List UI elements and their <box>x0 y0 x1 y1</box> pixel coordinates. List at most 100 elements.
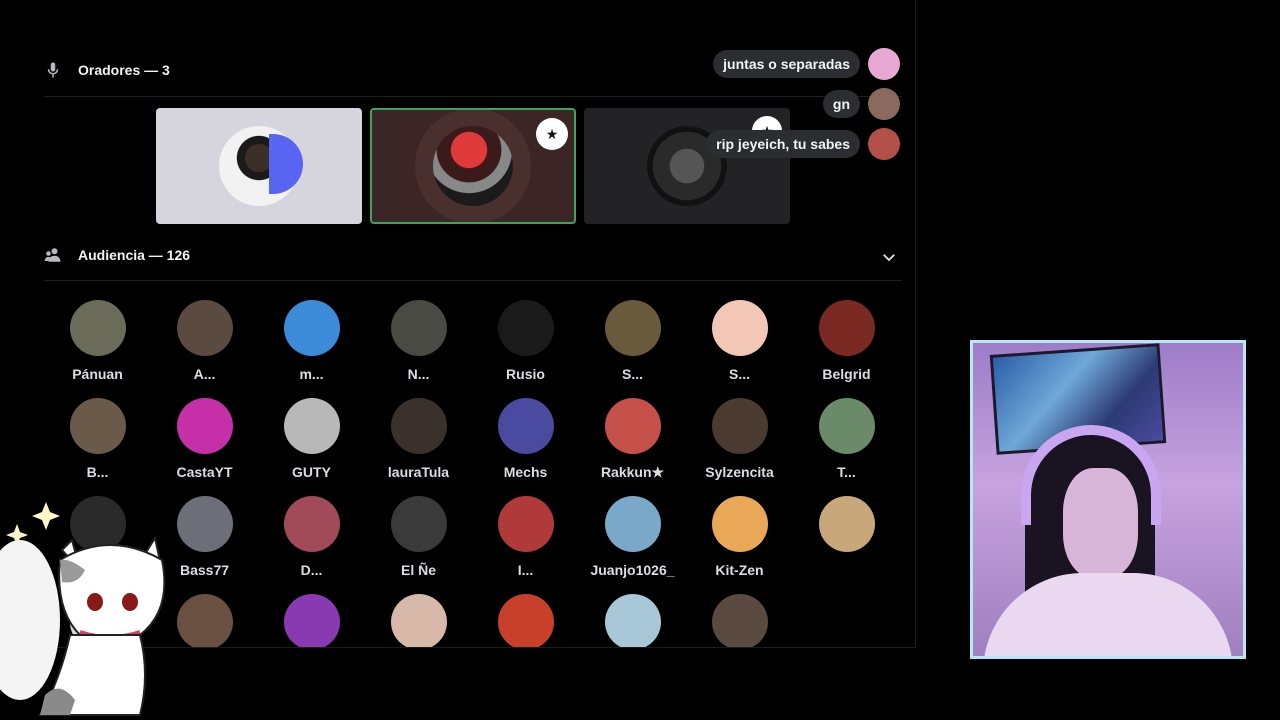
user-name: CastaYT <box>176 464 233 480</box>
audience-member[interactable]: B... <box>44 398 151 480</box>
user-avatar <box>69 300 126 356</box>
user-avatar <box>69 398 126 454</box>
audience-member[interactable]: m... <box>258 300 365 382</box>
speakers-label: Oradores — 3 <box>78 62 170 78</box>
user-name: N... <box>407 366 430 382</box>
audience-member[interactable]: GUTY <box>258 398 365 480</box>
user-avatar <box>390 398 447 454</box>
user-avatar <box>390 300 447 356</box>
audience-member[interactable]: D... <box>258 496 365 578</box>
user-avatar <box>818 398 875 454</box>
user-name: S... <box>728 366 750 382</box>
user-avatar <box>283 594 340 647</box>
audience-member[interactable]: A... <box>151 300 258 382</box>
audience-member[interactable] <box>579 594 686 647</box>
audience-member[interactable] <box>258 594 365 647</box>
chat-message: rip jeyeich, tu sabes <box>706 128 900 160</box>
speaker-tile-active[interactable]: ★ <box>370 108 576 224</box>
speaking-halo <box>415 110 531 222</box>
user-avatar <box>711 594 768 647</box>
moderator-icon: ★ <box>536 118 568 150</box>
user-avatar <box>176 594 233 647</box>
user-avatar <box>497 496 554 552</box>
speakers-header: Oradores — 3 <box>44 61 170 79</box>
user-name: GUTY <box>292 464 331 480</box>
divider <box>44 96 902 97</box>
speaker-tile[interactable]: ★ <box>584 108 790 224</box>
user-avatar <box>818 496 875 552</box>
streamer-body <box>983 573 1233 656</box>
audience-member[interactable]: Kit-Zen <box>686 496 793 578</box>
chat-avatar <box>868 128 900 160</box>
user-avatar <box>604 300 661 356</box>
audience-member[interactable]: Rakkun★ <box>579 398 686 481</box>
audience-member[interactable]: T... <box>793 398 900 480</box>
user-avatar <box>497 398 554 454</box>
audience-member[interactable]: CastaYT <box>151 398 258 480</box>
chat-avatar <box>868 88 900 120</box>
user-name: B... <box>86 464 109 480</box>
user-avatar <box>711 300 768 356</box>
speaker-avatar <box>433 126 513 206</box>
audience-member[interactable]: El Ñe <box>365 496 472 578</box>
user-name: lauraTula <box>387 464 450 480</box>
user-name: A... <box>193 366 216 382</box>
audience-member[interactable]: S... <box>579 300 686 382</box>
audience-member[interactable] <box>686 594 793 647</box>
audience-member[interactable] <box>793 496 900 562</box>
user-name: m... <box>299 366 324 382</box>
user-name: D... <box>300 562 323 578</box>
user-avatar <box>711 398 768 454</box>
speaker-tile[interactable] <box>156 108 362 224</box>
user-avatar <box>711 496 768 552</box>
audience-member[interactable]: lauraTula <box>365 398 472 480</box>
chat-bubble: rip jeyeich, tu sabes <box>706 130 860 158</box>
user-name: I... <box>517 562 534 578</box>
chat-bubble: juntas o separadas <box>713 50 860 78</box>
user-avatar <box>604 496 661 552</box>
user-avatar <box>283 496 340 552</box>
audience-member[interactable]: Rusio <box>472 300 579 382</box>
divider <box>44 280 902 281</box>
webcam-overlay <box>970 340 1246 659</box>
audience-member[interactable]: N... <box>365 300 472 382</box>
user-avatar <box>176 496 233 552</box>
audience-member[interactable]: Mechs <box>472 398 579 480</box>
audience-member[interactable]: Juanjo1026_ <box>579 496 686 578</box>
audience-header[interactable]: Audiencia — 126 <box>44 246 190 264</box>
user-name: Rakkun★ <box>600 464 665 480</box>
audience-member[interactable]: Sylzencita <box>686 398 793 480</box>
user-avatar <box>497 300 554 356</box>
speaker-avatar <box>219 126 303 206</box>
audience-member[interactable]: I... <box>472 496 579 578</box>
user-avatar <box>176 398 233 454</box>
user-avatar <box>497 594 554 647</box>
microphone-icon <box>47 62 59 78</box>
user-name: Rusio <box>506 366 545 382</box>
user-name: Kit-Zen <box>715 562 764 578</box>
user-name: Sylzencita <box>705 464 774 480</box>
user-name: Belgrid <box>822 366 871 382</box>
chat-message: gn <box>822 88 900 120</box>
user-avatar <box>283 300 340 356</box>
chat-bubble: gn <box>822 90 860 118</box>
chevron-down-icon[interactable] <box>880 248 898 266</box>
cat-mascot-icon <box>0 502 166 716</box>
audience-member[interactable]: Belgrid <box>793 300 900 382</box>
user-name: Pánuan <box>72 366 123 382</box>
audience-member[interactable]: S... <box>686 300 793 382</box>
user-avatar <box>604 594 661 647</box>
audience-label: Audiencia — 126 <box>78 247 191 263</box>
audience-member[interactable] <box>365 594 472 647</box>
user-name: Mechs <box>503 464 548 480</box>
user-avatar <box>390 594 447 647</box>
discord-badge-icon <box>269 134 303 194</box>
audience-member[interactable] <box>472 594 579 647</box>
user-avatar <box>818 300 875 356</box>
audience-member[interactable]: Pánuan <box>44 300 151 382</box>
user-name: Juanjo1026_ <box>590 562 675 578</box>
user-name: T... <box>837 464 856 480</box>
user-avatar <box>390 496 447 552</box>
user-avatar <box>283 398 340 454</box>
chat-avatar <box>868 48 900 80</box>
